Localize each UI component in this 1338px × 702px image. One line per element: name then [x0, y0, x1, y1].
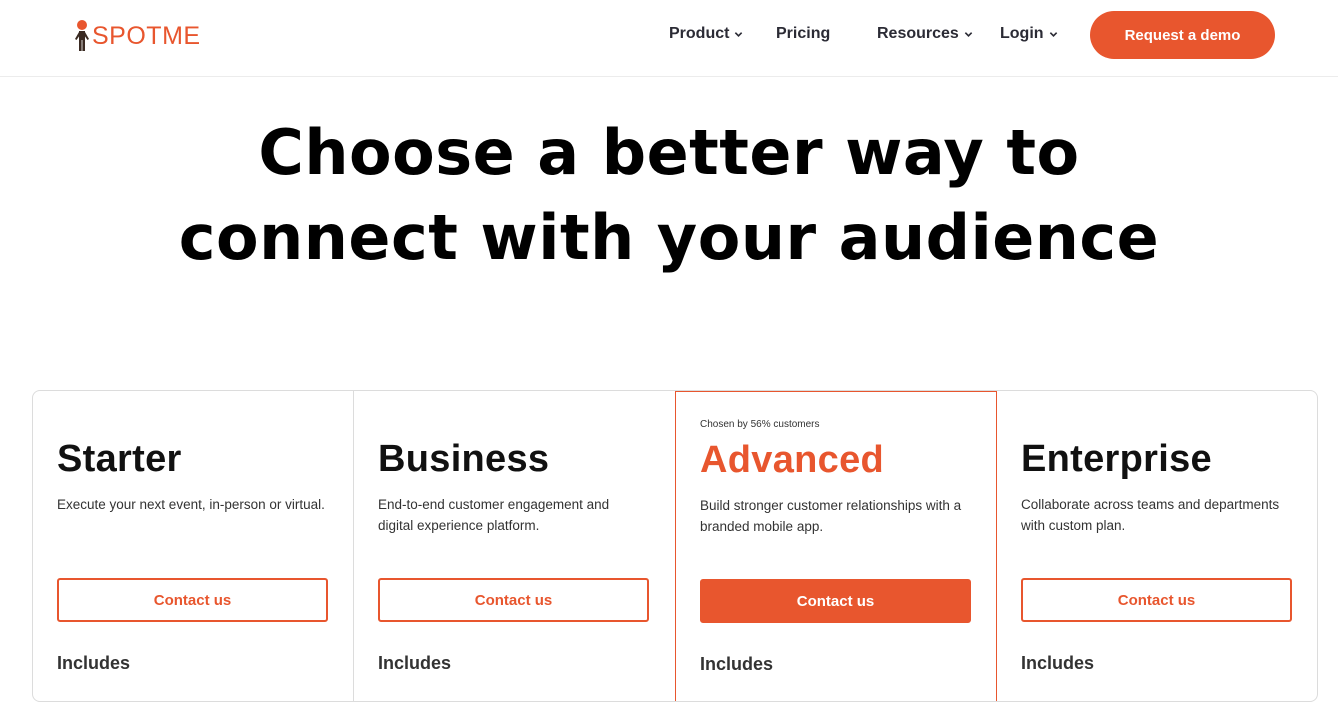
nav-product[interactable]: Product: [669, 25, 743, 43]
plan-description: Collaborate across teams and departments…: [1021, 497, 1280, 533]
includes-heading: Includes: [57, 653, 131, 673]
request-demo-button[interactable]: Request a demo: [1090, 11, 1275, 59]
includes-heading: Includes: [700, 654, 774, 674]
popular-badge: Chosen by 56% customers: [700, 419, 820, 430]
chevron-down-icon: [964, 31, 973, 37]
includes-heading: Includes: [1021, 653, 1095, 673]
nav-pricing[interactable]: Pricing: [776, 25, 830, 43]
contact-us-button[interactable]: Contact us: [378, 578, 649, 622]
pricing-plans: Starter Execute your next event, in-pers…: [32, 390, 1318, 702]
plan-card-enterprise: Enterprise Collaborate across teams and …: [997, 391, 1317, 701]
plan-name: Starter: [57, 438, 182, 480]
nav-login[interactable]: Login: [1000, 25, 1058, 43]
nav-pricing-label: Pricing: [776, 25, 831, 42]
nav-product-label: Product: [669, 25, 730, 42]
plan-name: Advanced: [700, 439, 885, 481]
includes-heading: Includes: [378, 653, 452, 673]
hero-heading: Choose a better way to connect with your…: [0, 110, 1338, 280]
plan-description: Execute your next event, in-person or vi…: [57, 497, 325, 512]
plan-name: Business: [378, 438, 550, 480]
contact-us-button[interactable]: Contact us: [700, 579, 971, 623]
plan-description: End-to-end customer engagement and digit…: [378, 497, 610, 533]
spotme-logo[interactable]: SPOTME: [74, 18, 201, 54]
plan-card-advanced: Chosen by 56% customers Advanced Build s…: [675, 391, 997, 701]
contact-us-button[interactable]: Contact us: [57, 578, 328, 622]
site-header: SPOTME Product Pricing Resources Login R…: [0, 0, 1338, 77]
hero-line-1: Choose a better way to: [258, 116, 1080, 189]
chevron-down-icon: [735, 31, 743, 37]
plan-card-starter: Starter Execute your next event, in-pers…: [33, 391, 354, 701]
plan-card-business: Business End-to-end customer engagement …: [354, 391, 676, 701]
nav-resources-label: Resources: [877, 25, 959, 42]
chevron-down-icon: [1049, 31, 1057, 37]
nav-resources[interactable]: Resources: [877, 25, 973, 43]
contact-us-button[interactable]: Contact us: [1021, 578, 1292, 622]
logo-wordmark: SPOTME: [92, 21, 201, 50]
nav-login-label: Login: [1000, 25, 1044, 42]
plan-name: Enterprise: [1021, 438, 1212, 480]
hero-line-2: connect with your audience: [178, 201, 1160, 274]
plan-description: Build stronger customer relationships wi…: [700, 498, 962, 534]
person-figure-icon: [75, 20, 89, 51]
